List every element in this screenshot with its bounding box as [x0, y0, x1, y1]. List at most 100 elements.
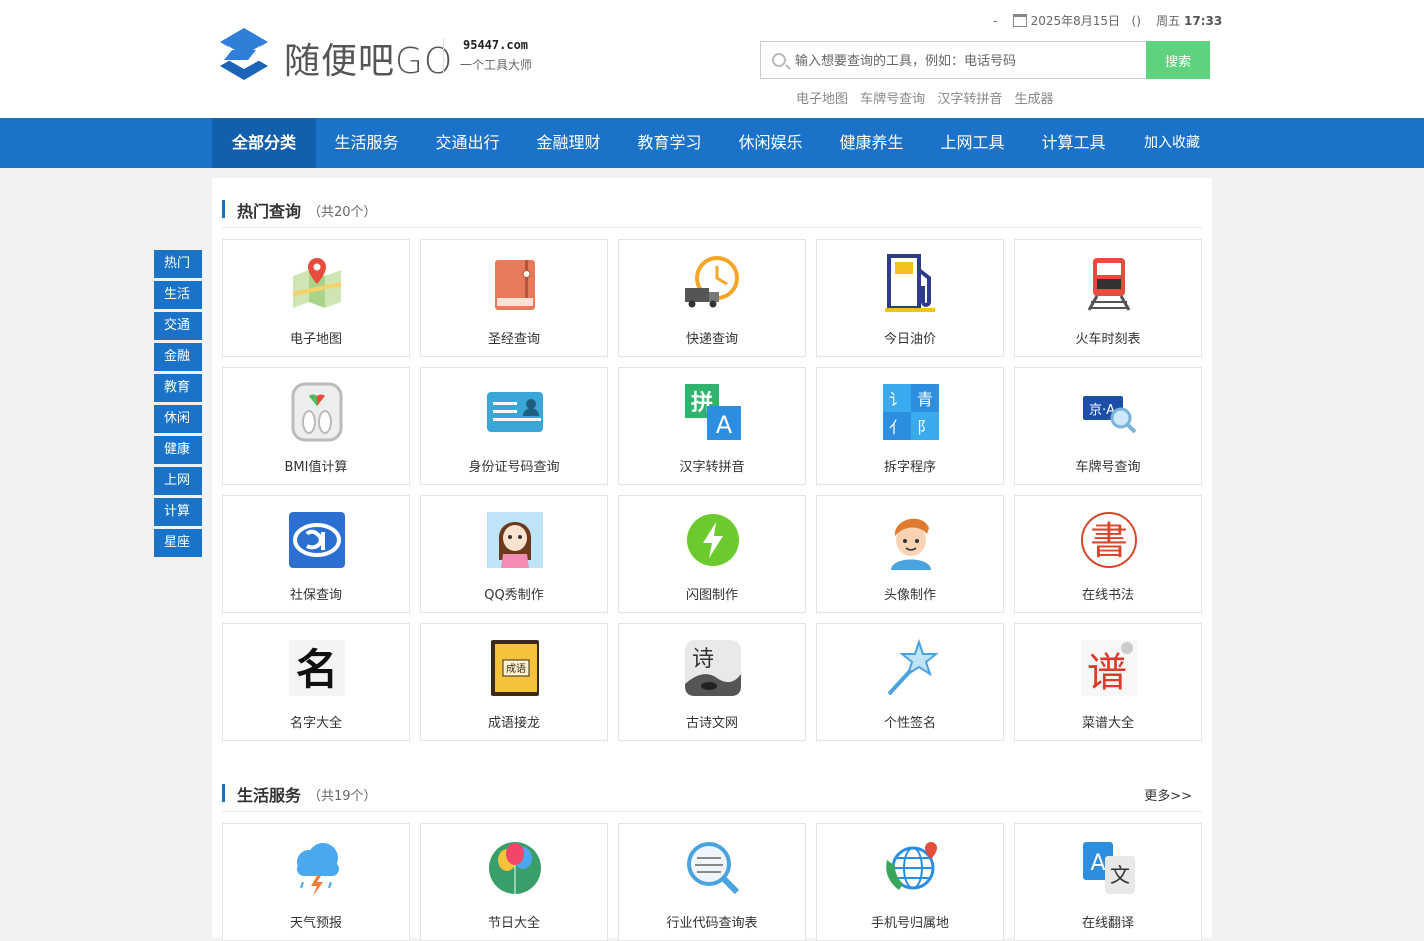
tool-label: 节日大全 — [487, 916, 540, 931]
tool-label: 在线书法 — [1081, 588, 1134, 603]
date-line: - 2025年8月15日 () 周五 17:33 — [993, 12, 1222, 29]
plate-search-icon: 京·A — [1083, 396, 1137, 434]
tool-label: 身份证号码查询 — [468, 460, 560, 475]
id-card-icon — [487, 392, 543, 432]
name-char: 名 — [296, 645, 338, 694]
nav-life[interactable]: 生活服务 — [316, 118, 417, 168]
idiom-text: 成语 — [506, 663, 526, 675]
side-item-horoscope[interactable]: 星座 — [154, 529, 202, 557]
tool-pinyin[interactable]: 拼 A 汉字转拼音 — [618, 367, 806, 485]
tool-label: 头像制作 — [883, 588, 936, 603]
tool-label: 社保查询 — [289, 588, 342, 603]
quick-link-map[interactable]: 电子地图 — [796, 92, 848, 107]
translate-char: 文 — [1110, 863, 1130, 887]
tool-label: 天气预报 — [289, 916, 342, 931]
tool-train[interactable]: 火车时刻表 — [1014, 239, 1202, 357]
tool-translate[interactable]: A 文 在线翻译 — [1014, 823, 1202, 941]
search-input[interactable] — [795, 50, 1135, 72]
more-link-life[interactable]: 更多>> — [1144, 785, 1192, 804]
nav-education[interactable]: 教育学习 — [619, 118, 720, 168]
side-item-calc[interactable]: 计算 — [154, 498, 202, 526]
tool-holidays[interactable]: 节日大全 — [420, 823, 608, 941]
tool-poem[interactable]: 诗 古诗文网 — [618, 623, 806, 741]
tool-split-char[interactable]: 讠 青 亻 阝 拆字程序 — [816, 367, 1004, 485]
tool-label: 菜谱大全 — [1081, 716, 1134, 731]
nav-finance[interactable]: 金融理财 — [518, 118, 619, 168]
tool-label: 行业代码查询表 — [666, 916, 758, 931]
tool-plate[interactable]: 京·A 车牌号查询 — [1014, 367, 1202, 485]
nav-add-favorite[interactable]: 加入收藏 — [1124, 118, 1220, 168]
tool-label: 个性签名 — [883, 716, 936, 731]
code-search-icon — [687, 842, 740, 895]
tool-recipe[interactable]: 谱 菜谱大全 — [1014, 623, 1202, 741]
tool-qq-show[interactable]: QQ秀制作 — [420, 495, 608, 613]
bible-icon — [495, 260, 535, 310]
tool-industry-code[interactable]: 行业代码查询表 — [618, 823, 806, 941]
tool-idiom[interactable]: 成语 成语接龙 — [420, 623, 608, 741]
side-item-life[interactable]: 生活 — [154, 281, 202, 309]
pinyin-icon: 拼 A — [685, 384, 741, 440]
nav-web[interactable]: 上网工具 — [922, 118, 1023, 168]
tool-bible[interactable]: 圣经查询 — [420, 239, 608, 357]
tool-label: 古诗文网 — [685, 716, 738, 731]
tool-express[interactable]: 快递查询 — [618, 239, 806, 357]
nav-health[interactable]: 健康养生 — [821, 118, 922, 168]
header: 随便吧GO 95447.com 一个工具大师 - 2025年8月15日 () 周… — [0, 0, 1424, 118]
side-item-finance[interactable]: 金融 — [154, 343, 202, 371]
site-slogan: 一个工具大师 — [460, 58, 533, 72]
logo-icon[interactable] — [218, 26, 270, 82]
weekday: 周五 — [1156, 14, 1181, 28]
tool-label: 快递查询 — [685, 332, 738, 347]
tool-flash[interactable]: 闪图制作 — [618, 495, 806, 613]
tool-label: 手机号归属地 — [870, 916, 949, 931]
tool-label: 今日油价 — [883, 332, 936, 347]
tool-label: 拆字程序 — [883, 460, 936, 475]
search-button[interactable]: 搜索 — [1146, 41, 1210, 79]
tool-avatar[interactable]: 头像制作 — [816, 495, 1004, 613]
quick-link-generator[interactable]: 生成器 — [1014, 92, 1053, 107]
tool-label: BMI值计算 — [284, 460, 348, 475]
tool-signature[interactable]: 个性签名 — [816, 623, 1004, 741]
split-char-3: 亻 — [889, 418, 905, 437]
tool-phone-location[interactable]: 手机号归属地 — [816, 823, 1004, 941]
tool-names[interactable]: 名 名字大全 — [222, 623, 410, 741]
side-item-health[interactable]: 健康 — [154, 436, 202, 464]
tool-label: 在线翻译 — [1081, 916, 1134, 931]
calendar-icon — [1012, 14, 1027, 27]
express-icon — [685, 256, 739, 308]
section-header-hot: 热门查询 （共20个） — [222, 198, 1202, 228]
tool-map[interactable]: 电子地图 — [222, 239, 410, 357]
tool-label: 成语接龙 — [487, 716, 540, 731]
side-item-hot[interactable]: 热门 — [154, 250, 202, 278]
tool-id-card[interactable]: 身份证号码查询 — [420, 367, 608, 485]
split-char-1: 讠 — [889, 390, 905, 409]
side-item-transport[interactable]: 交通 — [154, 312, 202, 340]
weather-icon — [297, 843, 339, 896]
nav-leisure[interactable]: 休闲娱乐 — [720, 118, 821, 168]
tool-label: 火车时刻表 — [1075, 332, 1141, 347]
nav-calc[interactable]: 计算工具 — [1023, 118, 1124, 168]
tool-social-security[interactable]: 社保查询 — [222, 495, 410, 613]
nav-all[interactable]: 全部分类 — [212, 118, 316, 168]
tool-weather[interactable]: 天气预报 — [222, 823, 410, 941]
phone-globe-icon — [886, 842, 937, 890]
clock-time: 17:33 — [1184, 14, 1223, 28]
side-item-leisure[interactable]: 休闲 — [154, 405, 202, 433]
side-item-web[interactable]: 上网 — [154, 467, 202, 495]
side-item-education[interactable]: 教育 — [154, 374, 202, 402]
tool-calligraphy[interactable]: 書 在线书法 — [1014, 495, 1202, 613]
nav-transport[interactable]: 交通出行 — [417, 118, 518, 168]
flash-icon — [687, 514, 739, 566]
split-char-icon: 讠 青 亻 阝 — [883, 384, 939, 440]
tool-oil-price[interactable]: 今日油价 — [816, 239, 1004, 357]
tool-bmi[interactable]: BMI值计算 — [222, 367, 410, 485]
logo-text[interactable]: 随便吧GO — [284, 32, 453, 84]
calligraphy-icon: 書 — [1081, 512, 1137, 568]
quick-link-pinyin[interactable]: 汉字转拼音 — [937, 92, 1002, 107]
map-icon — [292, 258, 342, 308]
search-icon — [772, 53, 786, 67]
quick-link-plate[interactable]: 车牌号查询 — [860, 92, 925, 107]
recipe-char: 谱 — [1087, 650, 1127, 696]
section-title-hot: 热门查询 — [237, 202, 302, 221]
section-count-life: （共19个） — [308, 789, 377, 804]
